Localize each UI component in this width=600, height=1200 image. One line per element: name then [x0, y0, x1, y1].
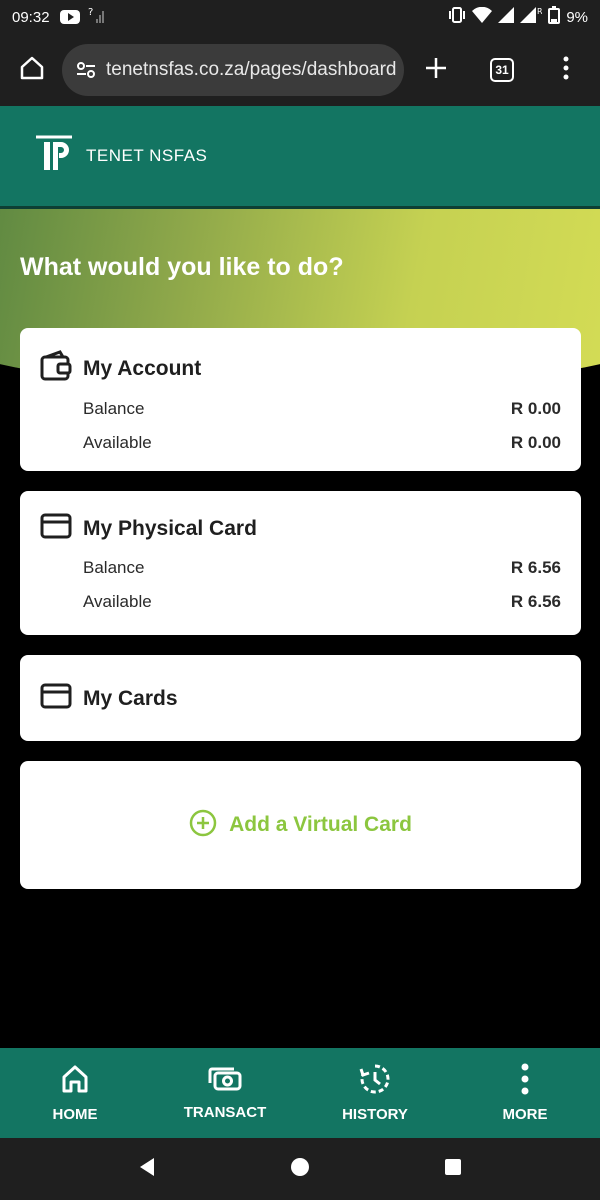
menu-icon — [562, 56, 570, 85]
signal-icon — [498, 7, 515, 27]
available-label: Available — [83, 592, 152, 611]
available-row: Available R 0.00 — [20, 433, 581, 453]
nav-more[interactable]: MORE — [450, 1048, 600, 1138]
balance-label: Balance — [83, 399, 145, 418]
signal-roaming-icon: R — [520, 7, 543, 27]
card-title: My Physical Card — [83, 516, 257, 540]
browser-menu-button[interactable] — [544, 48, 588, 92]
available-value: R 6.56 — [510, 592, 561, 611]
youtube-icon — [59, 10, 80, 24]
new-tab-button[interactable] — [414, 48, 458, 92]
balance-value: R 6.56 — [510, 558, 561, 577]
browser-home-button[interactable] — [10, 48, 54, 92]
available-value: R 0.00 — [510, 433, 561, 452]
nav-home[interactable]: HOME — [0, 1048, 150, 1138]
history-icon — [359, 1063, 391, 1100]
address-bar[interactable]: tenetnsfas.co.za/pages/dashboard — [62, 44, 404, 96]
back-button[interactable] — [136, 1156, 158, 1183]
nav-label: TRANSACT — [183, 1104, 267, 1121]
brand-name: TENET NSFAS — [86, 146, 208, 165]
status-time: 09:32 — [12, 8, 50, 26]
url-text[interactable]: tenetnsfas.co.za/pages/dashboard — [106, 59, 396, 81]
card-title: My Account — [83, 356, 202, 380]
new-tab-icon — [424, 56, 448, 85]
battery-icon — [548, 6, 561, 28]
nav-label: MORE — [502, 1106, 548, 1123]
vibrate-icon — [448, 7, 466, 27]
svg-text:?: ? — [88, 7, 93, 18]
hero-title: What would you like to do? — [20, 253, 344, 281]
tabs-icon: 31 — [490, 58, 514, 82]
bottom-nav: HOME TRANSACT HISTORY MORE — [0, 1048, 600, 1138]
home-icon — [18, 54, 46, 87]
plus-circle-icon — [189, 809, 217, 842]
money-icon — [208, 1065, 242, 1098]
tabs-button[interactable]: 31 — [480, 48, 524, 92]
system-nav-bar — [0, 1138, 600, 1200]
home-icon — [59, 1063, 91, 1100]
balance-row: Balance R 0.00 — [20, 399, 581, 419]
svg-text:R: R — [537, 7, 542, 16]
my-cards-card[interactable]: My Cards — [20, 655, 581, 741]
nav-label: HISTORY — [342, 1106, 408, 1123]
credit-card-icon — [40, 513, 72, 544]
recents-button[interactable] — [442, 1156, 464, 1183]
status-bar: 09:32 ? R 9% — [0, 0, 600, 34]
my-physical-card-card[interactable]: My Physical Card Balance R 6.56 Availabl… — [20, 491, 581, 635]
app-header: TENET NSFAS — [0, 106, 600, 206]
wallet-icon — [40, 350, 72, 387]
battery-percent: 9% — [566, 8, 588, 26]
tenet-logo[interactable] — [36, 135, 74, 178]
browser-toolbar: tenetnsfas.co.za/pages/dashboard 31 — [0, 34, 600, 106]
more-vertical-icon — [519, 1063, 531, 1100]
card-title: My Cards — [83, 686, 178, 710]
nav-label: HOME — [52, 1106, 98, 1123]
available-row: Available R 6.56 — [20, 592, 581, 612]
balance-label: Balance — [83, 558, 145, 577]
balance-row: Balance R 6.56 — [20, 558, 581, 578]
nav-transact[interactable]: TRANSACT — [150, 1048, 300, 1138]
my-account-card[interactable]: My Account Balance R 0.00 Available R 0.… — [20, 328, 581, 471]
signal-unknown-icon: ? — [88, 6, 106, 28]
credit-card-icon — [40, 683, 72, 714]
add-virtual-card-label: Add a Virtual Card — [229, 813, 412, 836]
balance-value: R 0.00 — [510, 399, 561, 418]
add-virtual-card-button[interactable]: Add a Virtual Card — [20, 761, 581, 889]
available-label: Available — [83, 433, 152, 452]
home-button[interactable] — [289, 1156, 311, 1183]
nav-history[interactable]: HISTORY — [300, 1048, 450, 1138]
site-settings-icon[interactable] — [76, 60, 96, 80]
wifi-icon — [472, 6, 493, 27]
